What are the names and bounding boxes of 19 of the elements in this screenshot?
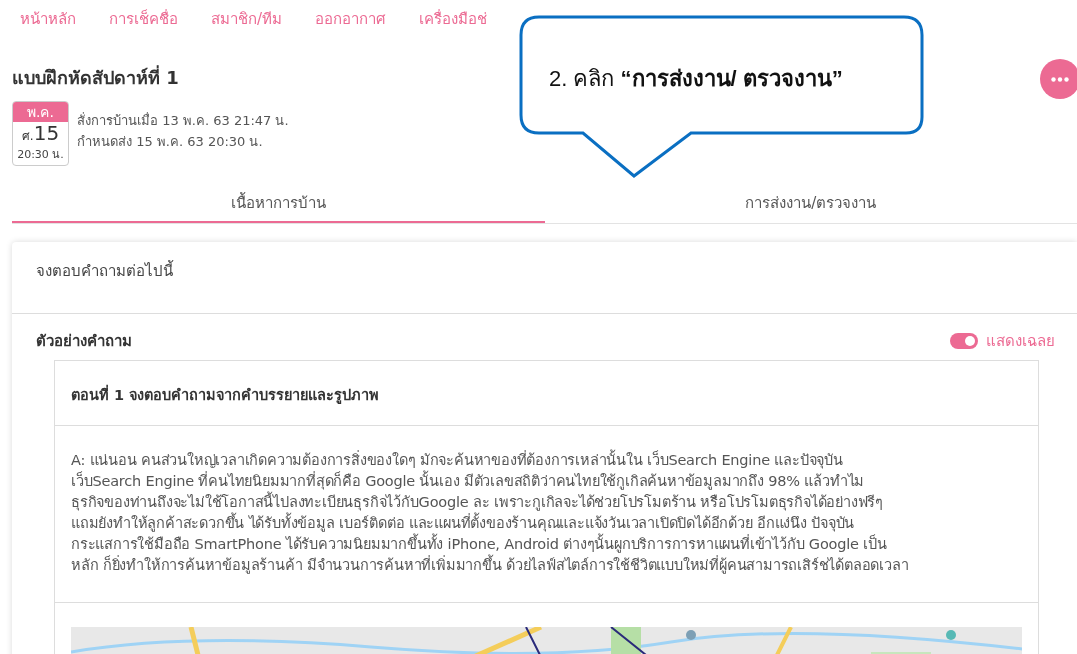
assignment-title: แบบฝึกหัดสัปดาห์ที่ 1 [12,64,179,90]
date-badge: พ.ค. ศ.15 20:30 น. [12,101,69,166]
section-heading: ตัวอย่างคำถาม [36,330,132,352]
answer-paragraph: A: แน่นอน คนส่วนใหญ่เวลาเกิดความต้องการสิ่งของใดๆ มักจะค้นหาของที่ต้องการเหล่านั้นใน เว็บSearch Engine และปัจจุบัน เว็บSearch Engine ที่คนไทยนิยมมากที่สุดก็คือ Google นั้นเอง มีตัวเลขสถิติว่าคนไทยใช้กูเกิลค้นหาข้อมูลมากถึง 98% แล้วทำไม ธุรกิจของท่านถึงจะไม่ใช้โอกาสนี้ไปลงทะเบียนธุรกิจไว้กับGoogle ละ เพราะกูเกิลจะได้ช่วยโปรโมตร้าน หรือโปรโมตธุรกิจได้อย่างฟรีๆ แถมยังทำให้ลูกค้าสะดวกขึ้น ได้รับทั้งข้อมูล เบอร์ติดต่อ และแผนที่ตั้งของร้านคุณและแจ้งวันเวลาเปิดปิดได้อีกด้วย อีกแง่นึง ปัจจุบัน กระแสการใช้มือถือ SmartPhone ได้รับความนิยมมากขึ้นทั้ง iPhone, Android ต่างๆนั้นผูกบริการการหาแผนที่เข้าไว้กับ Google เป็น หลัก ก็ยิ่งทำให้การค้นหาข้อมูลร้านค้า มีจำนวนการค้นหาที่เพิ่มมากขึ้น ด้วยไลฟ์สไตล์การใช้ชีวิตแบบใหม่ที่ผู้คนสามารถเสิร์ชได้ตลอดเวลา [55,425,1038,603]
tab[interactable]: เนื้อหาการบ้าน [12,186,545,223]
due-date: กำหนดส่ง 15 พ.ค. 63 20:30 น. [77,133,264,151]
nav-link[interactable]: ออกอากาศ [315,8,387,42]
callout-text: 2. คลิก “การส่งงาน/ ตรวจงาน” [549,65,843,93]
part-title: ตอนที่ 1 จงตอบคำถามจากคำบรรยายและรูปภาพ [55,361,1038,426]
more-button[interactable] [1040,59,1077,99]
instruction-text: จงตอบคำถามต่อไปนี้ [12,241,1077,314]
nav-link[interactable]: สมาชิก/ทีม [211,8,283,42]
assigned-date: สั่งการบ้านเมื่อ 13 พ.ค. 63 21:47 น. [77,111,289,130]
nav-link[interactable]: หน้าหลัก [20,8,76,42]
nav-link[interactable]: การเช็คชื่อ [109,8,178,42]
more-icon [1051,77,1069,82]
nav-link[interactable]: เครื่องมือช่ [419,8,488,42]
show-answer-toggle[interactable]: แสดงเฉลย [950,329,1055,352]
tab[interactable]: การส่งงาน/ตรวจงาน [544,186,1077,223]
